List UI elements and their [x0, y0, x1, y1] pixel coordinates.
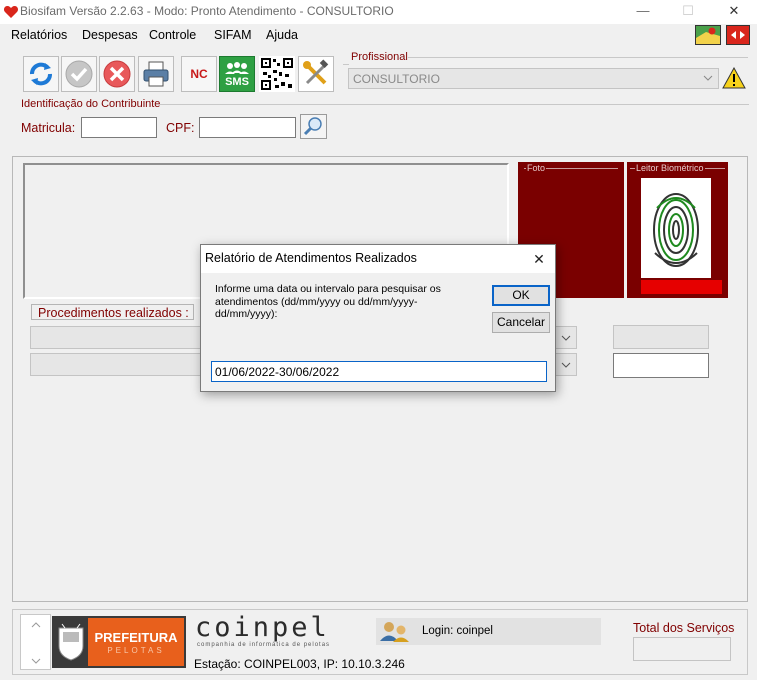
estacao-text: Estação: COINPEL003, IP: 10.10.3.246	[194, 657, 405, 671]
close-window-button[interactable]: ✕	[711, 0, 757, 24]
print-button[interactable]	[138, 56, 174, 92]
relatorio-dialog: Relatório de Atendimentos Realizados ✕ I…	[200, 244, 556, 392]
cancel-button[interactable]	[99, 56, 135, 92]
leitor-label: Leitor Biométrico	[635, 163, 705, 173]
dialog-message: Informe uma data ou intervalo para pesqu…	[215, 283, 441, 320]
procedimento-value-1	[613, 325, 709, 349]
date-range-input[interactable]: 01/06/2022-30/06/2022	[211, 361, 547, 382]
foto-label: Foto	[526, 163, 547, 173]
menu-despesas[interactable]: Despesas	[82, 28, 138, 42]
exit-icon[interactable]	[726, 25, 750, 45]
chevron-down-icon	[31, 658, 41, 664]
chevron-up-icon	[31, 622, 41, 628]
profissional-label: Profissional	[351, 51, 408, 63]
sms-button[interactable]: SMS	[219, 56, 255, 92]
coinpel-tagline: companhia de informática de pelotas	[197, 642, 331, 648]
profissional-value: CONSULTORIO	[353, 72, 440, 86]
chevron-down-icon	[561, 362, 571, 368]
chevron-down-icon	[703, 75, 713, 81]
procedimentos-box: Procedimentos realizados :	[31, 304, 194, 320]
chevron-down-icon	[561, 335, 571, 341]
menu-ajuda[interactable]: Ajuda	[266, 28, 298, 42]
coat-of-arms-icon	[58, 623, 84, 661]
window-title: Biosifam Versão 2.2.63 - Modo: Pronto At…	[20, 4, 394, 18]
login-box: Login: coinpel	[376, 618, 601, 645]
footer-scrollbar[interactable]	[20, 614, 51, 670]
fingerprint-icon	[641, 178, 711, 278]
login-text: Login: coinpel	[422, 625, 493, 637]
matricula-input[interactable]	[81, 117, 157, 138]
menu-relatorios[interactable]: Relatórios	[11, 28, 67, 42]
nc-button[interactable]: NC	[181, 56, 217, 92]
biometric-status-bar	[641, 280, 722, 294]
maximize-button[interactable]: ☐	[665, 0, 711, 24]
dialog-title: Relatório de Atendimentos Realizados	[205, 251, 417, 265]
menu-controle[interactable]: Controle	[149, 28, 196, 42]
procedimento-value-2[interactable]	[613, 353, 709, 378]
prefeitura-text: PREFEITURA	[94, 630, 178, 645]
total-servicos-value	[633, 637, 731, 661]
matricula-label: Matricula:	[21, 121, 76, 135]
pelotas-text: PELOTAS	[107, 646, 165, 655]
ok-button[interactable]: OK	[492, 285, 550, 306]
cpf-label: CPF:	[166, 121, 195, 135]
profissional-select[interactable]: CONSULTORIO	[348, 68, 719, 89]
minimize-button[interactable]: —	[620, 0, 666, 24]
users-icon	[380, 622, 409, 642]
sms-label: SMS	[225, 76, 249, 88]
procedimentos-label: Procedimentos realizados :	[38, 306, 189, 320]
confirm-button[interactable]	[61, 56, 97, 92]
contribuinte-label: Identificação do Contribuinte	[21, 98, 161, 110]
qrcode-button[interactable]	[259, 56, 295, 92]
tools-button[interactable]	[298, 56, 334, 92]
cancelar-button[interactable]: Cancelar	[492, 312, 550, 333]
cpf-input[interactable]	[199, 117, 296, 138]
map-icon[interactable]	[695, 25, 721, 45]
dialog-close-button[interactable]: ✕	[527, 248, 551, 270]
search-button[interactable]	[300, 114, 327, 139]
total-servicos-label: Total dos Serviços	[633, 621, 735, 635]
coinpel-logo: coinpel	[195, 612, 330, 643]
search-icon	[303, 117, 322, 136]
warning-icon	[722, 66, 746, 89]
prefeitura-logo: PREFEITURA PELOTAS	[52, 616, 186, 668]
refresh-button[interactable]	[23, 56, 59, 92]
date-range-value: 01/06/2022-30/06/2022	[215, 365, 340, 379]
menu-sifam[interactable]: SIFAM	[214, 28, 252, 42]
app-heart-icon	[3, 4, 19, 20]
leitor-biometrico-panel: Leitor Biométrico	[627, 162, 728, 298]
